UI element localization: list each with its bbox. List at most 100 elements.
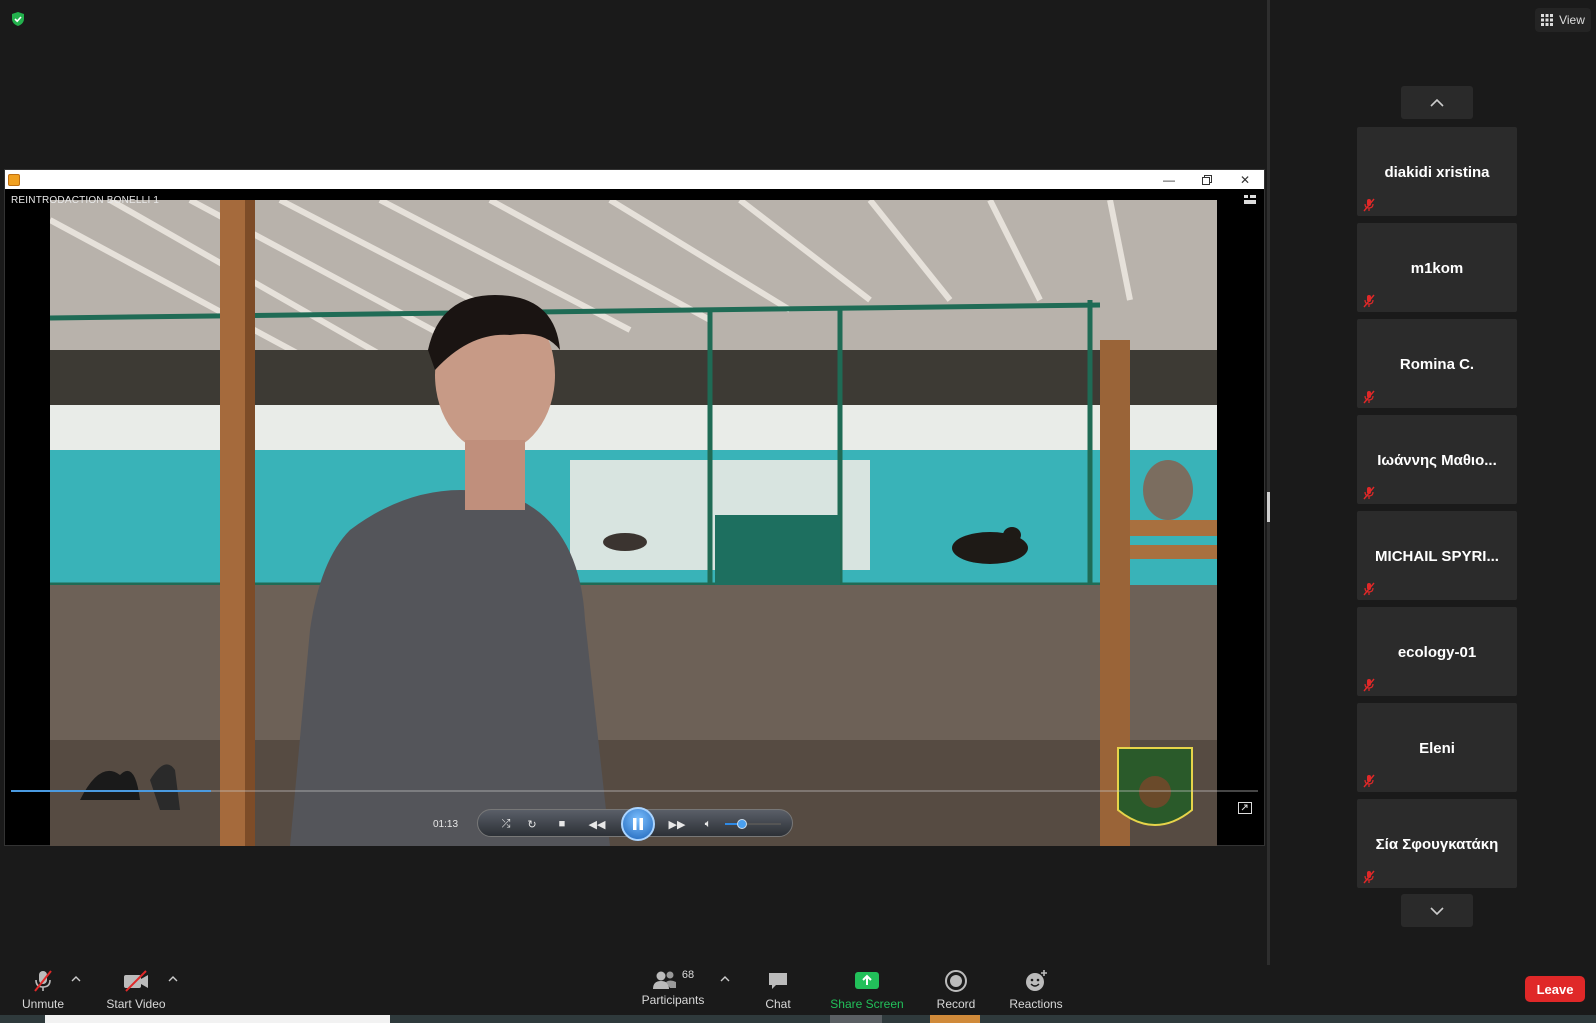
wildlife-service-logo xyxy=(1117,747,1193,826)
volume-thumb[interactable] xyxy=(736,819,747,829)
microphone-muted-icon xyxy=(1363,294,1375,308)
pause-button[interactable] xyxy=(621,807,655,841)
chevron-down-icon xyxy=(1430,906,1444,915)
participant-tile[interactable]: Eleni xyxy=(1357,703,1517,792)
video-scene xyxy=(50,200,1217,846)
shield-check-icon[interactable] xyxy=(10,11,26,27)
meeting-toolbar: Unmute Start Video 68 Participants Chat … xyxy=(0,965,1596,1015)
volume-slider[interactable] xyxy=(725,819,781,829)
participant-tile[interactable]: diakidi xristina xyxy=(1357,127,1517,216)
participants-button[interactable]: 68 Participants xyxy=(640,965,706,1015)
unmute-button[interactable]: Unmute xyxy=(18,965,68,1015)
start-video-label: Start Video xyxy=(106,997,166,1011)
microphone-muted-icon xyxy=(34,970,52,992)
grid-icon xyxy=(1541,14,1554,26)
microphone-muted-icon xyxy=(1363,774,1375,788)
participant-tile[interactable]: Σία Σφουγκατάκη xyxy=(1357,799,1517,888)
share-screen-icon xyxy=(855,972,879,989)
microphone-muted-icon xyxy=(1363,870,1375,884)
participant-name: Ιωάννης Μαθιο... xyxy=(1377,452,1497,469)
shuffle-button[interactable]: ⤮ xyxy=(496,810,516,838)
participants-label: Participants xyxy=(641,993,705,1007)
restore-icon xyxy=(1202,174,1212,185)
fullscreen-toggle-icon[interactable] xyxy=(1244,194,1256,206)
pause-icon xyxy=(633,818,643,830)
player-controls: ⤮ ↻ ■ ◀◀ ▶▶ 🔈︎ xyxy=(477,807,793,841)
taskbar-item[interactable] xyxy=(930,1015,980,1023)
participant-name: MICHAIL SPYRI... xyxy=(1375,548,1499,565)
participants-count: 68 xyxy=(681,969,695,981)
video-camera-muted-icon xyxy=(124,970,148,992)
chat-button[interactable]: Chat xyxy=(756,965,800,1015)
video-options-caret-icon[interactable] xyxy=(167,973,179,985)
reactions-label: Reactions xyxy=(1009,997,1063,1011)
view-label: View xyxy=(1559,13,1585,27)
participants-icon xyxy=(652,971,676,989)
reactions-icon xyxy=(1026,970,1047,991)
taskbar-item[interactable] xyxy=(45,1015,390,1023)
participant-tile[interactable]: MICHAIL SPYRI... xyxy=(1357,511,1517,600)
start-video-button[interactable]: Start Video xyxy=(104,965,168,1015)
shared-media-player-window: — ✕ REINTRODACTION BONELLI 1 01:13 ⤮ ↻ ■… xyxy=(4,169,1265,846)
shuffle-icon: ⤮ xyxy=(501,817,511,830)
leave-button[interactable]: Leave xyxy=(1525,976,1585,1002)
stop-icon: ■ xyxy=(558,818,566,830)
media-player-titlebar[interactable]: — ✕ xyxy=(5,170,1264,189)
participant-name: Romina C. xyxy=(1399,356,1475,373)
participant-name: m1kom xyxy=(1410,260,1464,277)
elapsed-time: 01:13 xyxy=(433,819,459,830)
stop-button[interactable]: ■ xyxy=(552,810,572,838)
seek-bar[interactable] xyxy=(11,790,1258,792)
video-title: REINTRODACTION BONELLI 1 xyxy=(11,195,160,206)
record-label: Record xyxy=(936,997,976,1011)
participant-tile[interactable]: m1kom xyxy=(1357,223,1517,312)
close-button[interactable]: ✕ xyxy=(1226,170,1264,189)
chat-label: Chat xyxy=(765,997,791,1011)
chat-icon xyxy=(769,973,787,989)
participant-tile[interactable]: Romina C. xyxy=(1357,319,1517,408)
gallery-scroll-up-button[interactable] xyxy=(1401,86,1473,119)
repeat-button[interactable]: ↻ xyxy=(522,810,542,838)
seek-bar-progress xyxy=(11,790,211,792)
share-screen-button[interactable]: Share Screen xyxy=(830,965,904,1015)
participant-tile[interactable]: ecology-01 xyxy=(1357,607,1517,696)
minimize-icon: — xyxy=(1163,172,1175,187)
minimize-button[interactable]: — xyxy=(1150,170,1188,189)
share-screen-label: Share Screen xyxy=(830,997,904,1011)
microphone-muted-icon xyxy=(1363,486,1375,500)
audio-options-caret-icon[interactable] xyxy=(70,973,82,985)
microphone-muted-icon xyxy=(1363,198,1375,212)
close-icon: ✕ xyxy=(1239,172,1251,187)
fast-forward-button[interactable]: ▶▶ xyxy=(663,810,691,838)
mute-button[interactable]: 🔈︎ xyxy=(698,810,718,838)
view-button[interactable]: View xyxy=(1535,8,1591,32)
record-icon xyxy=(945,970,967,992)
fast-forward-icon: ▶▶ xyxy=(668,818,686,831)
participant-name: diakidi xristina xyxy=(1384,164,1490,181)
participant-name: ecology-01 xyxy=(1397,644,1477,661)
gallery-scroll-down-button[interactable] xyxy=(1401,894,1473,927)
repeat-icon: ↻ xyxy=(527,818,537,831)
restore-button[interactable] xyxy=(1188,170,1226,189)
unmute-label: Unmute xyxy=(21,997,65,1011)
switch-to-miniplayer-icon[interactable] xyxy=(1238,802,1252,814)
record-button[interactable]: Record xyxy=(932,965,980,1015)
microphone-muted-icon xyxy=(1363,390,1375,404)
panel-divider xyxy=(1267,0,1270,965)
reactions-button[interactable]: Reactions xyxy=(1006,965,1066,1015)
taskbar-item[interactable] xyxy=(830,1015,882,1023)
chevron-up-icon xyxy=(1430,98,1444,107)
participants-options-caret-icon[interactable] xyxy=(719,973,731,985)
rewind-button[interactable]: ◀◀ xyxy=(583,810,611,838)
microphone-muted-icon xyxy=(1363,582,1375,596)
participant-name: Σία Σφουγκατάκη xyxy=(1375,836,1499,853)
microphone-muted-icon xyxy=(1363,678,1375,692)
zoom-meeting-window: View — ✕ REINTRODACTION BONELLI 1 01:13 … xyxy=(0,0,1596,1023)
panel-resize-handle[interactable] xyxy=(1267,492,1270,522)
rewind-icon: ◀◀ xyxy=(588,818,606,831)
participant-tile[interactable]: Ιωάννης Μαθιο... xyxy=(1357,415,1517,504)
media-player-app-icon xyxy=(8,173,20,186)
participant-name: Eleni xyxy=(1419,740,1455,757)
speaker-icon: 🔈︎ xyxy=(704,817,712,830)
video-frame[interactable] xyxy=(50,200,1217,846)
